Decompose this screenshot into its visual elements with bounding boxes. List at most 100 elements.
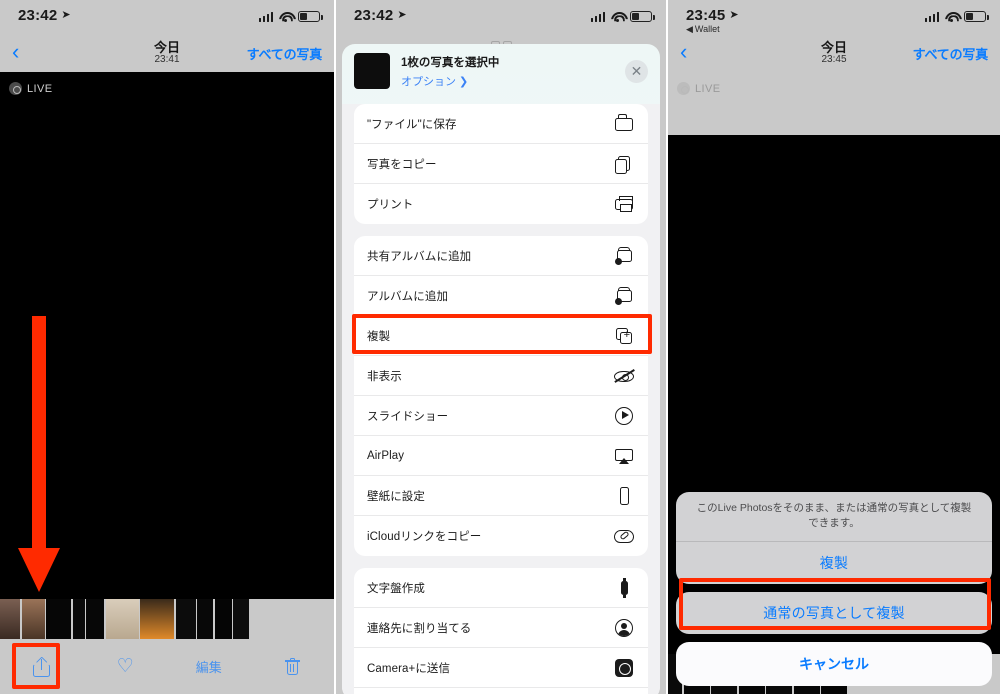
cellular-signal-icon bbox=[924, 11, 939, 22]
share-sheet-row[interactable]: アルバムに追加 bbox=[354, 276, 648, 316]
share-sheet-row[interactable]: 文字盤作成 bbox=[354, 568, 648, 608]
wifi-icon bbox=[945, 11, 958, 23]
eye-slash-icon bbox=[613, 365, 635, 387]
share-button[interactable] bbox=[0, 656, 84, 677]
selected-photo-thumbnail[interactable] bbox=[354, 53, 390, 89]
thumbnail-item[interactable] bbox=[233, 599, 249, 639]
status-right-group bbox=[924, 11, 989, 23]
copy-icon bbox=[613, 153, 635, 175]
back-button[interactable]: ‹ bbox=[680, 40, 714, 66]
share-sheet-row-label: プリント bbox=[367, 199, 414, 211]
live-photo-badge[interactable]: LIVE bbox=[677, 82, 720, 95]
favorite-button[interactable]: ♡ bbox=[84, 657, 168, 676]
status-left-group: 23:45 ➤ ◀ Wallet bbox=[686, 8, 739, 34]
thumbnail-item[interactable] bbox=[105, 599, 139, 639]
add-album-icon bbox=[613, 285, 635, 307]
share-sheet-row-label: スライドショー bbox=[367, 410, 449, 423]
nav-bar-left: ‹ 今日 23:41 すべての写真 bbox=[0, 34, 334, 72]
share-sheet-row-label: 壁紙に設定 bbox=[367, 490, 425, 503]
folder-icon bbox=[613, 113, 635, 135]
share-sheet-row[interactable]: "ファイル"に保存 bbox=[354, 104, 648, 144]
share-sheet-row[interactable]: スライドショー bbox=[354, 396, 648, 436]
share-sheet-row[interactable]: iCloudリンクをコピー bbox=[354, 516, 648, 556]
status-bar-left: 23:42 ➤ bbox=[0, 0, 334, 34]
status-bar-middle: 23:42 ➤ bbox=[336, 0, 666, 34]
share-sheet-row[interactable]: 共有アルバムに追加 bbox=[354, 236, 648, 276]
share-sheet-row-label: アルバムに追加 bbox=[367, 290, 449, 303]
share-sheet-row[interactable]: AirPlay bbox=[354, 436, 648, 476]
panel-left-photo-viewer: 23:42 ➤ ‹ 今日 23:41 すべての写真 LIVE ♡ 編集 bbox=[0, 0, 334, 694]
duplicate-option-button[interactable]: 複製 bbox=[676, 542, 992, 584]
share-sheet-row-label: AirPlay bbox=[367, 449, 405, 462]
share-sheet-row[interactable]: プリント bbox=[354, 184, 648, 224]
thumbnail-item[interactable] bbox=[214, 599, 232, 639]
share-sheet-row[interactable]: 連絡先に割り当てる bbox=[354, 608, 648, 648]
share-sheet-group: 共有アルバムに追加アルバムに追加複製非表示スライドショー AirPlay 壁紙に設定… bbox=[354, 236, 648, 556]
share-sheet-row-label: 文字盤作成 bbox=[367, 582, 425, 595]
status-bar-right: 23:45 ➤ ◀ Wallet bbox=[668, 0, 1000, 34]
cancel-button[interactable]: キャンセル bbox=[676, 642, 992, 686]
cellular-signal-icon bbox=[590, 11, 605, 22]
location-arrow-icon: ➤ bbox=[61, 9, 71, 22]
thumbnail-item[interactable] bbox=[197, 599, 213, 639]
battery-icon bbox=[630, 11, 655, 22]
contact-icon bbox=[613, 617, 635, 639]
status-time: 23:45 ➤ bbox=[686, 8, 739, 24]
status-left-group: 23:42 ➤ bbox=[354, 8, 407, 24]
share-sheet-group: "ファイル"に保存写真をコピープリント bbox=[354, 104, 648, 224]
thumbnail-item[interactable] bbox=[0, 599, 20, 639]
back-button[interactable]: ‹ bbox=[12, 40, 46, 66]
action-sheet-group: このLive Photosをそのまま、または通常の写真として複製できます。 複製 bbox=[676, 491, 992, 584]
status-time-text: 23:45 bbox=[686, 7, 726, 24]
share-sheet-row[interactable]: 壁紙に設定 bbox=[354, 476, 648, 516]
status-time: 23:42 ➤ bbox=[354, 8, 407, 24]
share-sheet-row[interactable]: Save in Keep bbox=[354, 688, 648, 694]
share-sheet: 1枚の写真を選択中 オプション ❯ ✕ "ファイル"に保存写真をコピープリント共… bbox=[342, 44, 660, 694]
status-time: 23:42 ➤ bbox=[18, 8, 71, 24]
share-sheet-row-label: "ファイル"に保存 bbox=[367, 118, 457, 131]
share-sheet-row-label: 非表示 bbox=[367, 370, 402, 383]
live-photo-badge[interactable]: LIVE bbox=[9, 82, 52, 95]
share-sheet-row[interactable]: 複製 bbox=[354, 316, 648, 356]
battery-icon bbox=[964, 11, 989, 22]
share-sheet-row[interactable]: 非表示 bbox=[354, 356, 648, 396]
thumbnail-item[interactable] bbox=[175, 599, 196, 639]
thumbnail-item[interactable] bbox=[72, 599, 85, 639]
duplicate-as-normal-photo-button[interactable]: 通常の写真として複製 bbox=[676, 592, 992, 634]
battery-icon bbox=[298, 11, 323, 22]
location-arrow-icon: ➤ bbox=[397, 9, 407, 22]
share-sheet-texts: 1枚の写真を選択中 オプション ❯ bbox=[401, 54, 499, 89]
heart-icon: ♡ bbox=[116, 656, 134, 677]
thumbnail-item[interactable] bbox=[46, 599, 71, 639]
thumbnail-strip-left[interactable] bbox=[0, 599, 334, 639]
watch-icon bbox=[613, 577, 635, 599]
thumbnail-item[interactable] bbox=[140, 599, 174, 639]
panel-middle-share-sheet: 23:42 ➤ 1枚の写真を選択中 オプション ❯ ✕ "ファイル"に保存 写真… bbox=[334, 0, 668, 694]
live-badge-label: LIVE bbox=[27, 82, 53, 95]
share-sheet-row-label: 共有アルバムに追加 bbox=[367, 250, 472, 263]
share-sheet-options-link[interactable]: オプション ❯ bbox=[401, 73, 499, 89]
camera-plus-icon bbox=[613, 657, 635, 679]
close-icon[interactable]: ✕ bbox=[625, 59, 648, 83]
share-sheet-row-label: Camera+に送信 bbox=[367, 662, 451, 675]
screenshot-root: 23:42 ➤ ‹ 今日 23:41 すべての写真 LIVE ♡ 編集 23:4… bbox=[0, 0, 1000, 694]
thumbnail-item[interactable] bbox=[86, 599, 104, 639]
bottom-toolbar-left: ♡ 編集 bbox=[0, 639, 334, 694]
share-sheet-row[interactable]: 写真をコピー bbox=[354, 144, 648, 184]
phone-icon bbox=[613, 485, 635, 507]
all-photos-button[interactable]: すべての写真 bbox=[913, 44, 989, 63]
photo-canvas-left[interactable]: LIVE bbox=[0, 72, 334, 602]
status-right-group bbox=[258, 11, 323, 23]
share-sheet-row[interactable]: Camera+に送信 bbox=[354, 648, 648, 688]
delete-button[interactable] bbox=[251, 657, 335, 676]
wifi-icon bbox=[279, 11, 292, 23]
edit-button[interactable]: 編集 bbox=[167, 657, 251, 676]
all-photos-button[interactable]: すべての写真 bbox=[247, 44, 323, 63]
back-to-app-button[interactable]: ◀ Wallet bbox=[686, 24, 739, 34]
share-sheet-row-label: 複製 bbox=[367, 330, 391, 343]
live-badge-label: LIVE bbox=[695, 82, 721, 95]
play-circle-icon bbox=[613, 405, 635, 427]
action-sheet-group-2: 通常の写真として複製 bbox=[676, 592, 992, 634]
thumbnail-item[interactable] bbox=[21, 599, 45, 639]
printer-icon bbox=[613, 193, 635, 215]
